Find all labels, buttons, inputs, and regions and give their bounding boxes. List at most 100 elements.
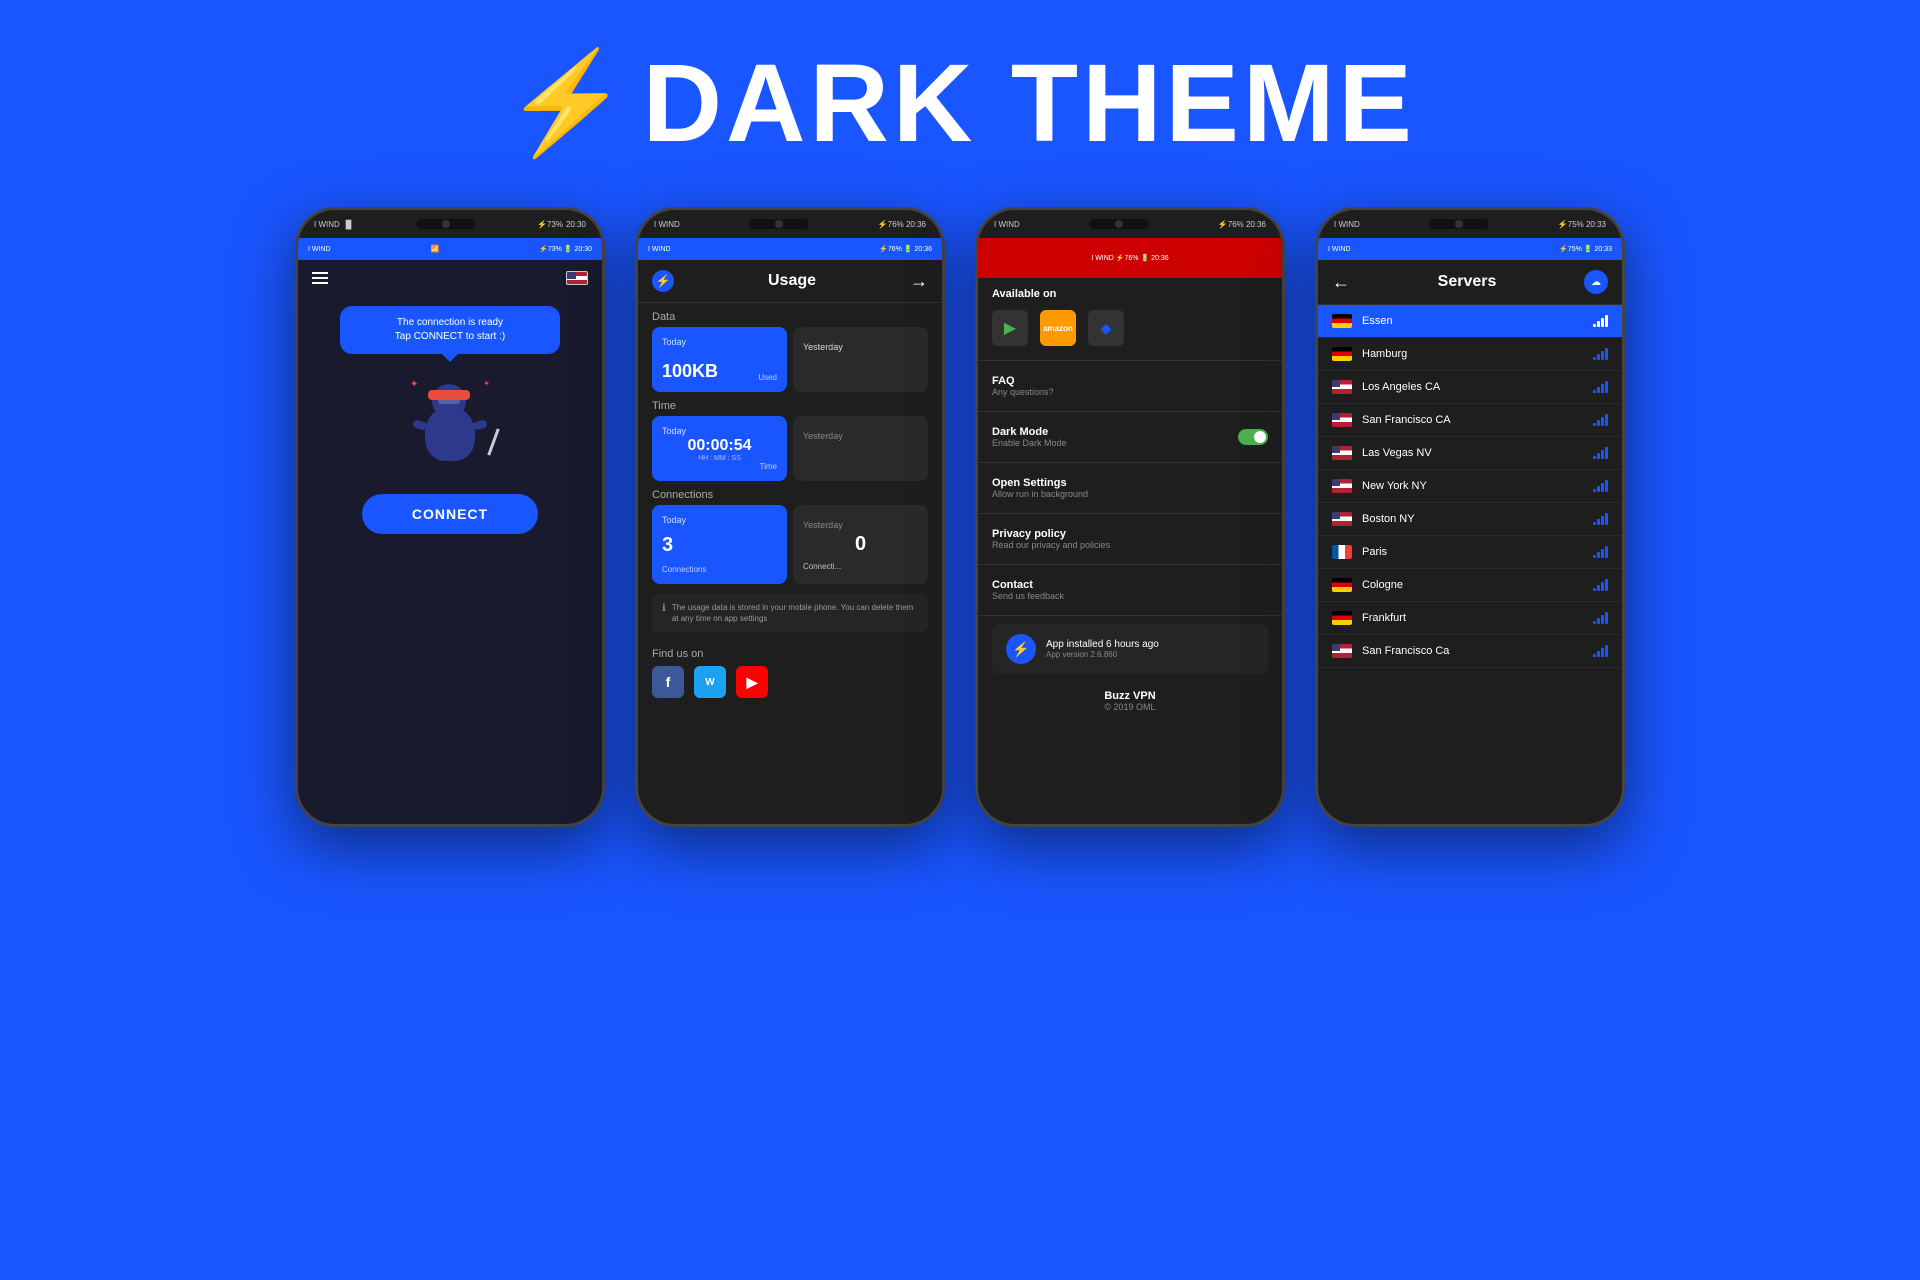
buzz-vpn-title: Buzz VPN bbox=[992, 690, 1268, 702]
other-store-icon[interactable]: ◆ bbox=[1088, 310, 1124, 346]
privacy-item[interactable]: Privacy policy Read our privacy and poli… bbox=[978, 518, 1282, 560]
signal-hamburg bbox=[1593, 348, 1608, 360]
divider5 bbox=[978, 564, 1282, 565]
flag-de-hamburg bbox=[1332, 347, 1352, 361]
phone2-camera bbox=[749, 219, 809, 229]
phone-4: I WIND ⚡75% 20:33 I WIND ⚡75% 🔋 20:33 ← … bbox=[1315, 207, 1625, 827]
conn-today-text: Connections bbox=[662, 565, 706, 574]
darkmode-title: Dark Mode bbox=[992, 426, 1067, 438]
contact-item[interactable]: Contact Send us feedback bbox=[978, 569, 1282, 611]
phone1-top: I WIND ▐▌ ⚡73% 20:30 bbox=[298, 210, 602, 238]
connect-button[interactable]: CONNECT bbox=[362, 494, 538, 534]
phone3-red-bar: I WIND ⚡76% 🔋 20:36 bbox=[978, 238, 1282, 278]
sparkle-left: ✦ bbox=[410, 379, 418, 390]
server-item-la[interactable]: Los Angeles CA bbox=[1318, 371, 1622, 404]
signal-ny bbox=[1593, 480, 1608, 492]
contact-sub: Send us feedback bbox=[992, 591, 1064, 601]
phone-1: I WIND ▐▌ ⚡73% 20:30 I WIND 📶 ⚡73% 🔋 20:… bbox=[295, 207, 605, 827]
signal-cologne bbox=[1593, 579, 1608, 591]
battery-text: ⚡73% bbox=[537, 220, 563, 229]
time-format: HH : MM : SS bbox=[662, 455, 777, 462]
twitter-button[interactable]: W bbox=[694, 666, 726, 698]
signal-frankfurt bbox=[1593, 612, 1608, 624]
server-name-lv: Las Vegas NV bbox=[1362, 447, 1583, 459]
phone-2: I WIND ⚡76% 20:36 I WIND ⚡76% 🔋 20:36 ⚡ … bbox=[635, 207, 945, 827]
page-header: ⚡ DARK THEME bbox=[0, 0, 1920, 197]
faq-sub: Any questions? bbox=[992, 387, 1054, 397]
time-unit: Time bbox=[760, 462, 777, 471]
data-cards: Today 100KB Used Yesterday bbox=[638, 327, 942, 392]
arrow-right[interactable]: → bbox=[910, 271, 928, 292]
conn-today-card: Today 3 Connections bbox=[652, 505, 787, 584]
ninja-body bbox=[425, 406, 475, 461]
cloud-icon[interactable]: ☁ bbox=[1584, 270, 1608, 294]
phone3-camera bbox=[1089, 219, 1149, 229]
server-item-frankfurt[interactable]: Frankfurt bbox=[1318, 602, 1622, 635]
signal-bars: ▐▌ bbox=[343, 220, 354, 229]
speech-bubble: The connection is readyTap CONNECT to st… bbox=[340, 306, 560, 354]
phone2-screen: ⚡ Usage → Data Today 100KB Used Yesterda… bbox=[638, 260, 942, 827]
google-play-icon[interactable]: ▶ bbox=[992, 310, 1028, 346]
bolt-icon: ⚡ bbox=[504, 45, 633, 162]
ninja-sword bbox=[487, 428, 499, 455]
server-name-frankfurt: Frankfurt bbox=[1362, 612, 1583, 624]
connection-message: The connection is readyTap CONNECT to st… bbox=[395, 317, 505, 342]
server-item-cologne[interactable]: Cologne bbox=[1318, 569, 1622, 602]
available-section: Available on ▶ amazon ◆ bbox=[978, 278, 1282, 356]
server-name-sf: San Francisco CA bbox=[1362, 414, 1583, 426]
ninja-bandana bbox=[428, 390, 470, 400]
youtube-button[interactable]: ▶ bbox=[736, 666, 768, 698]
time-text: 20:30 bbox=[566, 220, 586, 229]
ninja-head bbox=[432, 384, 466, 418]
phone-camera bbox=[416, 219, 476, 229]
phone4-screen: ← Servers ☁ Essen Hamburg bbox=[1318, 260, 1622, 827]
bolt-button[interactable]: ⚡ bbox=[652, 270, 674, 292]
signal-paris bbox=[1593, 546, 1608, 558]
sparkle-right: ✦ bbox=[483, 379, 490, 388]
back-arrow[interactable]: ← bbox=[1332, 272, 1350, 293]
server-name-boston: Boston NY bbox=[1362, 513, 1583, 525]
phone1-topbar bbox=[298, 260, 602, 296]
server-item-sf2[interactable]: San Francisco Ca bbox=[1318, 635, 1622, 668]
app-info-text: App installed 6 hours ago App version 2.… bbox=[1046, 639, 1159, 659]
flag-us-la bbox=[1332, 380, 1352, 394]
server-item-paris[interactable]: Paris bbox=[1318, 536, 1622, 569]
server-item-lv[interactable]: Las Vegas NV bbox=[1318, 437, 1622, 470]
social-icons: f W ▶ bbox=[652, 666, 928, 698]
darkmode-toggle[interactable] bbox=[1238, 429, 1268, 445]
ninja-character: ✦ ✦ bbox=[400, 374, 500, 474]
hamburger-menu[interactable] bbox=[312, 272, 328, 284]
darkmode-item[interactable]: Dark Mode Enable Dark Mode bbox=[978, 416, 1282, 458]
data-today-card: Today 100KB Used bbox=[652, 327, 787, 392]
divider6 bbox=[978, 615, 1282, 616]
opensettings-item[interactable]: Open Settings Allow run in background bbox=[978, 467, 1282, 509]
data-section-label: Data bbox=[638, 303, 942, 327]
server-name-essen: Essen bbox=[1362, 315, 1583, 327]
app-installed-text: App installed 6 hours ago bbox=[1046, 639, 1159, 650]
flag-de-frankfurt bbox=[1332, 611, 1352, 625]
facebook-button[interactable]: f bbox=[652, 666, 684, 698]
conn-yest-label: Connecti... bbox=[803, 562, 841, 571]
amazon-icon[interactable]: amazon bbox=[1040, 310, 1076, 346]
server-name-hamburg: Hamburg bbox=[1362, 348, 1583, 360]
server-item-essen[interactable]: Essen bbox=[1318, 305, 1622, 338]
info-text: The usage data is stored in your mobile … bbox=[672, 602, 918, 624]
server-item-sf[interactable]: San Francisco CA bbox=[1318, 404, 1622, 437]
flag-icon[interactable] bbox=[566, 271, 588, 285]
darkmode-sub: Enable Dark Mode bbox=[992, 438, 1067, 448]
today-unit: Used bbox=[758, 373, 777, 382]
phone4-camera bbox=[1429, 219, 1489, 229]
server-item-hamburg[interactable]: Hamburg bbox=[1318, 338, 1622, 371]
server-item-boston[interactable]: Boston NY bbox=[1318, 503, 1622, 536]
phone1-blue-bar: I WIND 📶 ⚡73% 🔋 20:30 bbox=[298, 238, 602, 260]
divider1 bbox=[978, 360, 1282, 361]
server-name-sf2: San Francisco Ca bbox=[1362, 645, 1583, 657]
phone2-blue-bar: I WIND ⚡76% 🔋 20:36 bbox=[638, 238, 942, 260]
flag-de-essen bbox=[1332, 314, 1352, 328]
carrier-text: I WIND bbox=[314, 220, 340, 229]
status-right: ⚡73% 20:30 bbox=[537, 220, 586, 229]
faq-item[interactable]: FAQ Any questions? bbox=[978, 365, 1282, 407]
yesterday-period: Yesterday bbox=[803, 342, 843, 352]
phone4-blue-bar: I WIND ⚡75% 🔋 20:33 bbox=[1318, 238, 1622, 260]
server-item-ny[interactable]: New York NY bbox=[1318, 470, 1622, 503]
